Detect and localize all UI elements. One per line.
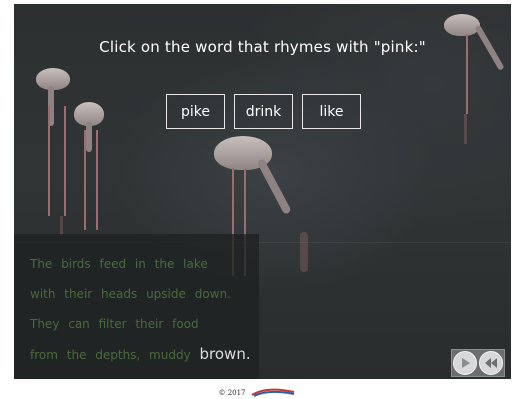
copyright-text: © 2017 <box>218 388 246 397</box>
question-prompt: Click on the word that rhymes with "pink… <box>99 38 426 56</box>
play-icon <box>462 358 470 368</box>
poem-line-last: from the depths, muddy brown. <box>30 339 251 370</box>
play-button[interactable] <box>453 351 477 375</box>
poem-line: They can filter their food <box>30 317 199 331</box>
choice-pike-button[interactable]: pike <box>166 94 225 129</box>
flamingo-right-image <box>444 14 505 144</box>
playback-controls <box>451 349 505 377</box>
poem-line-text: from the depths, muddy <box>30 348 191 362</box>
flamingo-middle-left-image <box>74 100 114 240</box>
poem-panel: The birds feed in the lake with their he… <box>14 234 259 379</box>
footer: © 2017 <box>0 386 514 399</box>
publisher-logo-icon <box>250 388 294 397</box>
answer-choices: pike drink like <box>166 94 361 129</box>
activity-stage: Click on the word that rhymes with "pink… <box>14 4 511 379</box>
poem-line: with their heads upside down. <box>30 287 231 301</box>
poem-line: The birds feed in the lake <box>30 257 208 271</box>
choice-like-button[interactable]: like <box>302 94 361 129</box>
rewind-icon <box>485 358 497 368</box>
highlighted-word: brown. <box>199 345 251 363</box>
choice-drink-button[interactable]: drink <box>234 94 293 129</box>
rewind-button[interactable] <box>479 351 503 375</box>
